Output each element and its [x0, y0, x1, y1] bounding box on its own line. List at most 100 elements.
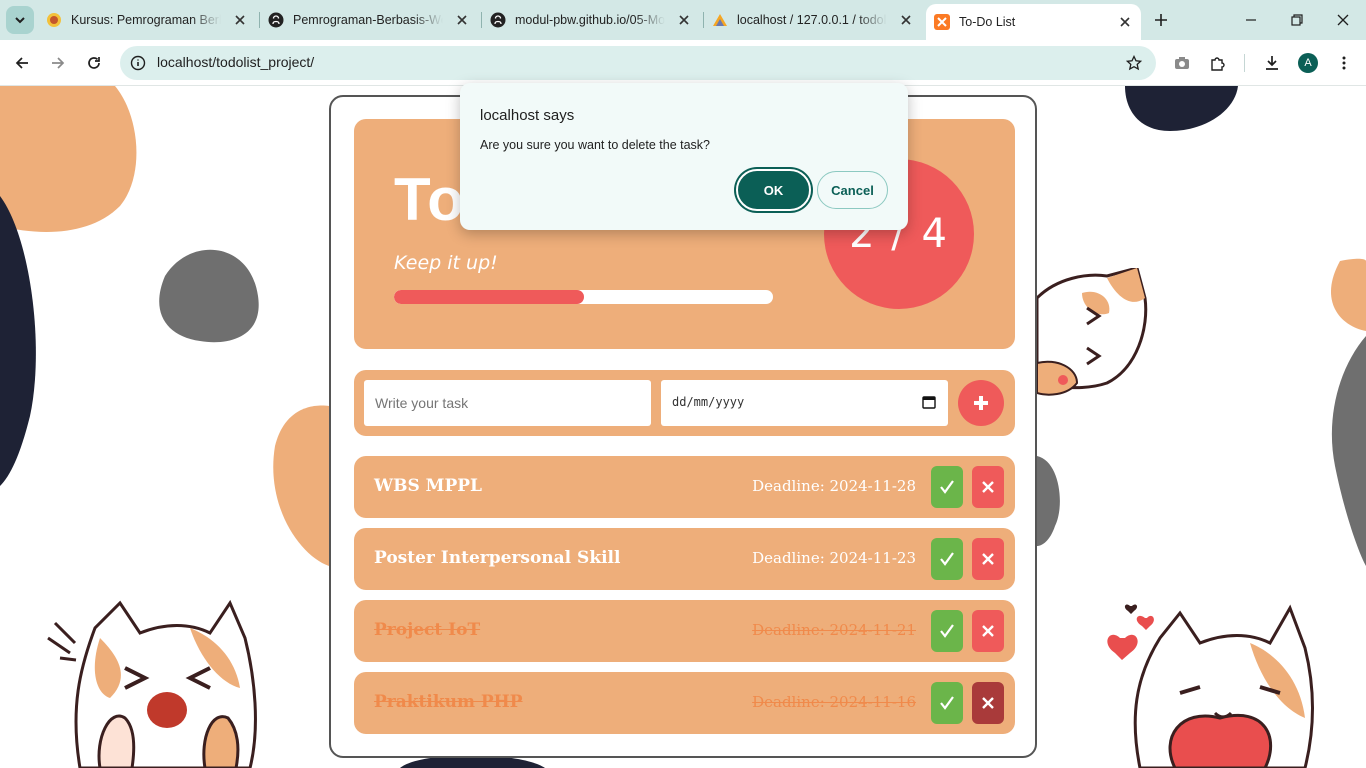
tab-divider — [481, 12, 482, 28]
toolbar-divider — [1244, 54, 1245, 72]
bookmark-star-icon[interactable] — [1125, 54, 1143, 75]
close-icon[interactable] — [232, 12, 248, 28]
check-icon — [940, 624, 954, 638]
screenshot-button[interactable] — [1170, 51, 1194, 75]
profile-avatar[interactable]: A — [1298, 53, 1318, 73]
browser-menu-button[interactable] — [1332, 51, 1356, 75]
complete-task-button[interactable] — [931, 538, 963, 580]
check-icon — [940, 480, 954, 494]
tab-kursus[interactable]: Kursus: Pemrograman Berbasis Web — [46, 6, 252, 34]
task-name: Praktikum PHP — [374, 692, 523, 712]
progress-bar — [394, 290, 773, 304]
cancel-button[interactable]: Cancel — [817, 171, 888, 209]
camera-icon — [1175, 57, 1189, 69]
tab-phpmyadmin[interactable]: localhost / 127.0.0.1 / todolist — [712, 6, 918, 34]
close-icon[interactable] — [898, 12, 914, 28]
task-item: Poster Interpersonal Skill Deadline: 202… — [354, 528, 1015, 590]
task-item-completed: Praktikum PHP Deadline: 2024-11-16 — [354, 672, 1015, 734]
tab-title: Pemrograman-Berbasis-Web — [293, 13, 443, 27]
check-icon — [940, 696, 954, 710]
forward-button[interactable] — [46, 51, 70, 75]
close-icon — [982, 625, 994, 637]
complete-task-button[interactable] — [931, 610, 963, 652]
site-info-icon[interactable] — [130, 55, 146, 75]
tab-todo-list[interactable]: To-Do List — [926, 4, 1141, 40]
task-name: Project IoT — [374, 620, 481, 640]
close-icon[interactable] — [1117, 14, 1133, 30]
moodle-icon — [46, 12, 62, 28]
chevron-down-icon — [15, 17, 25, 24]
complete-task-button[interactable] — [931, 682, 963, 724]
task-name: Poster Interpersonal Skill — [374, 548, 621, 568]
github-icon — [268, 12, 284, 28]
restore-icon — [1291, 14, 1303, 26]
dialog-message: Are you sure you want to delete the task… — [480, 138, 710, 152]
tab-divider — [259, 12, 260, 28]
add-task-form: dd/mm/yyyy — [354, 370, 1015, 436]
minimize-button[interactable] — [1239, 8, 1263, 32]
complete-task-button[interactable] — [931, 466, 963, 508]
xampp-icon — [934, 14, 950, 30]
page-title: To — [394, 166, 465, 233]
task-item-completed: Project IoT Deadline: 2024-11-21 — [354, 600, 1015, 662]
tab-modul-pbw[interactable]: modul-pbw.github.io/05-Modul — [490, 6, 696, 34]
reload-icon — [88, 57, 100, 69]
motivation-text: Keep it up! — [394, 252, 498, 274]
ok-button[interactable]: OK — [736, 169, 811, 211]
task-deadline: Deadline: 2024-11-28 — [752, 477, 916, 495]
tab-title: modul-pbw.github.io/05-Modul — [515, 13, 665, 27]
task-deadline: Deadline: 2024-11-23 — [752, 549, 916, 567]
downloads-button[interactable] — [1260, 51, 1284, 75]
close-icon[interactable] — [676, 12, 692, 28]
extensions-button[interactable] — [1206, 51, 1230, 75]
task-input[interactable] — [364, 380, 651, 426]
plus-icon — [974, 396, 988, 410]
check-icon — [940, 552, 954, 566]
tab-title: To-Do List — [959, 15, 1016, 29]
dialog-title: localhost says — [480, 107, 575, 124]
more-vertical-icon — [1342, 56, 1346, 70]
tab-pbw-repo[interactable]: Pemrograman-Berbasis-Web — [268, 6, 474, 34]
task-deadline: Deadline: 2024-11-16 — [752, 693, 916, 711]
delete-task-button[interactable] — [972, 538, 1004, 580]
cat-sticker-right-bottom — [1107, 604, 1314, 768]
deadline-date-input[interactable]: dd/mm/yyyy — [661, 380, 948, 426]
browser-tabstrip: Kursus: Pemrograman Berbasis Web Pemrogr… — [0, 0, 1366, 40]
task-item: WBS MPPL Deadline: 2024-11-28 — [354, 456, 1015, 518]
browser-toolbar: localhost/todolist_project/ A — [0, 40, 1366, 86]
add-task-button[interactable] — [958, 380, 1004, 426]
tab-title: Kursus: Pemrograman Berbasis Web — [71, 13, 221, 27]
minimize-icon — [1246, 19, 1256, 21]
back-button[interactable] — [10, 51, 34, 75]
close-icon — [982, 697, 994, 709]
restore-button[interactable] — [1285, 8, 1309, 32]
close-icon — [1337, 14, 1349, 26]
progress-bar-fill — [394, 290, 584, 304]
puzzle-icon — [1211, 57, 1225, 71]
delete-task-button[interactable] — [972, 682, 1004, 724]
task-deadline: Deadline: 2024-11-21 — [752, 621, 916, 639]
confirm-dialog: localhost says Are you sure you want to … — [460, 83, 908, 230]
tab-divider — [703, 12, 704, 28]
calendar-icon[interactable] — [922, 395, 936, 409]
close-icon — [982, 553, 994, 565]
download-icon — [1266, 56, 1278, 70]
close-icon[interactable] — [454, 12, 470, 28]
delete-task-button[interactable] — [972, 466, 1004, 508]
task-name: WBS MPPL — [374, 476, 482, 496]
github-icon — [490, 12, 506, 28]
plus-icon — [1155, 14, 1167, 26]
date-placeholder: dd/mm/yyyy — [672, 395, 745, 409]
delete-task-button[interactable] — [972, 610, 1004, 652]
arrow-right-icon — [52, 57, 65, 69]
tab-title: localhost / 127.0.0.1 / todolist — [737, 13, 887, 27]
url-text: localhost/todolist_project/ — [157, 54, 315, 70]
reload-button[interactable] — [82, 51, 106, 75]
new-tab-button[interactable] — [1150, 9, 1172, 31]
close-icon — [982, 481, 994, 493]
close-window-button[interactable] — [1331, 8, 1355, 32]
cat-sticker-left — [47, 599, 257, 768]
tab-search-button[interactable] — [6, 6, 34, 34]
phpmyadmin-icon — [712, 12, 728, 28]
address-bar[interactable]: localhost/todolist_project/ — [120, 46, 1156, 80]
